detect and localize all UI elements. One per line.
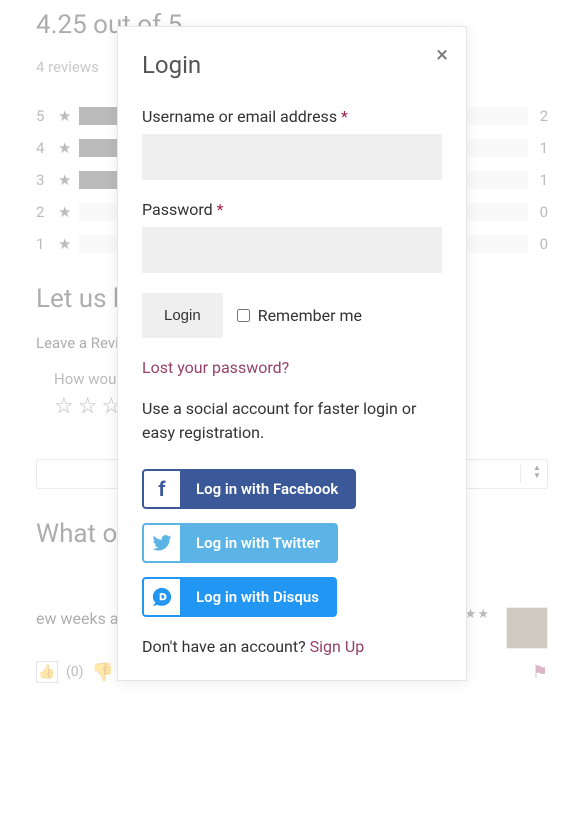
close-icon[interactable]: ×	[436, 45, 448, 67]
social-hint: Use a social account for faster login or…	[142, 397, 442, 445]
remember-me[interactable]: Remember me	[237, 306, 362, 325]
twitter-login-button[interactable]: Log in with Twitter	[142, 523, 338, 563]
login-modal: × Login Username or email address * Pass…	[117, 26, 467, 681]
disqus-label: Log in with Disqus	[180, 588, 335, 606]
twitter-label: Log in with Twitter	[180, 534, 336, 552]
username-label: Username or email address *	[142, 107, 442, 126]
signup-link[interactable]: Sign Up	[310, 637, 365, 656]
required-marker: *	[341, 107, 348, 126]
disqus-login-button[interactable]: Log in with Disqus	[142, 577, 337, 617]
password-input[interactable]	[142, 227, 442, 273]
required-marker: *	[217, 200, 224, 219]
twitter-icon	[144, 525, 180, 561]
lost-password-link[interactable]: Lost your password?	[142, 358, 289, 377]
disqus-icon	[144, 579, 180, 615]
facebook-icon: f	[144, 471, 180, 507]
signup-line: Don't have an account? Sign Up	[142, 637, 442, 656]
facebook-login-button[interactable]: f Log in with Facebook	[142, 469, 356, 509]
modal-title: Login	[142, 51, 442, 79]
remember-checkbox[interactable]	[237, 309, 250, 322]
password-label: Password *	[142, 200, 442, 219]
username-input[interactable]	[142, 134, 442, 180]
login-button[interactable]: Login	[142, 293, 223, 338]
remember-label: Remember me	[258, 306, 362, 325]
modal-overlay[interactable]: × Login Username or email address * Pass…	[0, 0, 584, 821]
facebook-label: Log in with Facebook	[180, 480, 354, 498]
